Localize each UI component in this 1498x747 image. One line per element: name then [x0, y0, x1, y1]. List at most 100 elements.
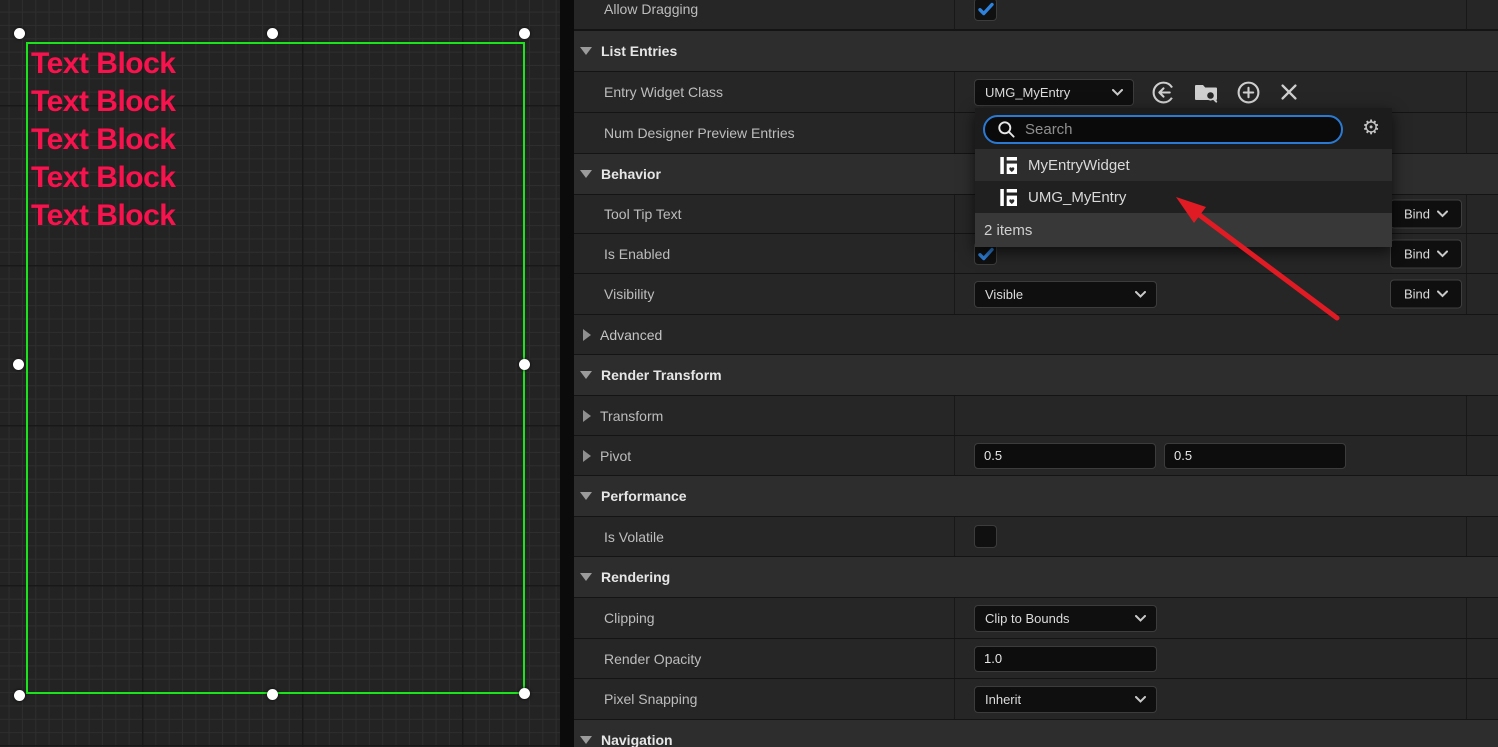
- text-block-entry: Text Block: [31, 197, 176, 235]
- property-label-cell: Render Opacity: [574, 639, 955, 678]
- collapsed-arrow-icon[interactable]: [583, 450, 591, 462]
- row-tail-cell: [1467, 396, 1498, 435]
- expand-arrow-icon[interactable]: [580, 573, 592, 581]
- category-list-entries[interactable]: List Entries: [574, 31, 1498, 71]
- selection-handle[interactable]: [519, 688, 530, 699]
- clipping-dropdown[interactable]: Clip to Bounds: [974, 605, 1157, 632]
- category-performance[interactable]: Performance: [574, 476, 1498, 516]
- property-label-cell: Tool Tip Text: [574, 195, 955, 233]
- row-tail-cell: [1467, 0, 1498, 29]
- picker-item-label: MyEntryWidget: [1028, 157, 1130, 174]
- entry-widget-class-dropdown[interactable]: UMG_MyEntry: [974, 79, 1134, 106]
- allow-dragging-checkbox[interactable]: [974, 0, 997, 21]
- is-volatile-label: Is Volatile: [604, 529, 664, 545]
- transform-label: Transform: [600, 408, 663, 424]
- property-value-cell: [955, 639, 1467, 678]
- category-navigation[interactable]: Navigation: [574, 720, 1498, 747]
- selection-handle[interactable]: [519, 359, 530, 370]
- property-value-cell: Clip to Bounds: [955, 598, 1467, 638]
- widget-blueprint-icon: [1000, 189, 1017, 206]
- check-icon: [977, 0, 995, 18]
- chevron-down-icon: [1437, 291, 1448, 298]
- property-label-cell: Visibility: [574, 274, 955, 314]
- selection-handle[interactable]: [267, 689, 278, 700]
- selection-handle[interactable]: [267, 28, 278, 39]
- is-enabled-bind-button[interactable]: Bind: [1390, 239, 1462, 268]
- visibility-label: Visibility: [604, 286, 654, 302]
- visibility-dropdown[interactable]: Visible: [974, 281, 1157, 308]
- clear-asset-icon[interactable]: [1278, 81, 1300, 103]
- allow-dragging-label: Allow Dragging: [604, 1, 698, 17]
- category-rendering[interactable]: Rendering: [574, 557, 1498, 597]
- designer-canvas[interactable]: Text Block Text Block Text Block Text Bl…: [0, 0, 560, 747]
- add-asset-icon[interactable]: [1236, 80, 1261, 105]
- panel-splitter[interactable]: [560, 0, 574, 747]
- pixel-snapping-label: Pixel Snapping: [604, 691, 697, 707]
- picker-item-myentrywidget[interactable]: MyEntryWidget: [975, 149, 1392, 181]
- row-transform: Transform: [574, 396, 1498, 435]
- text-block-entry: Text Block: [31, 159, 176, 197]
- pivot-label: Pivot: [600, 448, 631, 464]
- row-tail-cell: [1467, 517, 1498, 556]
- row-clipping: Clipping Clip to Bounds: [574, 598, 1498, 638]
- chevron-down-icon: [1437, 250, 1448, 257]
- property-label-cell: Clipping: [574, 598, 955, 638]
- pixel-snapping-value: Inherit: [985, 692, 1021, 707]
- chevron-down-icon: [1135, 291, 1146, 298]
- row-is-volatile: Is Volatile: [574, 517, 1498, 556]
- row-tail-cell: [1467, 274, 1498, 314]
- expand-arrow-icon[interactable]: [580, 736, 592, 744]
- property-label-cell: Entry Widget Class: [574, 72, 955, 112]
- visibility-bind-button[interactable]: Bind: [1390, 280, 1462, 309]
- property-value-cell: [955, 436, 1467, 475]
- pixel-snapping-dropdown[interactable]: Inherit: [974, 686, 1157, 713]
- row-allow-dragging: Allow Dragging: [574, 0, 1498, 29]
- row-advanced[interactable]: Advanced: [574, 315, 1498, 354]
- tool-tip-bind-button[interactable]: Bind: [1390, 200, 1462, 229]
- row-render-opacity: Render Opacity: [574, 639, 1498, 678]
- selection-handle[interactable]: [14, 28, 25, 39]
- is-volatile-checkbox[interactable]: [974, 525, 997, 548]
- picker-search-input[interactable]: [1025, 121, 1305, 138]
- chevron-down-icon: [1112, 89, 1123, 96]
- property-label-cell: Pixel Snapping: [574, 679, 955, 719]
- row-pixel-snapping: Pixel Snapping Inherit: [574, 679, 1498, 719]
- text-block-entry: Text Block: [31, 121, 176, 159]
- search-icon: [997, 120, 1016, 139]
- chevron-down-icon: [1135, 615, 1146, 622]
- render-opacity-field[interactable]: [974, 646, 1157, 672]
- selection-handle[interactable]: [14, 690, 25, 701]
- bind-button-label: Bind: [1404, 287, 1430, 302]
- expand-arrow-icon[interactable]: [580, 170, 592, 178]
- entry-widget-class-picker-popup: ⚙ MyEntryWidget UMG_MyEntry 2 items: [975, 108, 1392, 247]
- pivot-x-field[interactable]: [974, 443, 1156, 469]
- chevron-down-icon: [1135, 696, 1146, 703]
- pivot-y-field[interactable]: [1164, 443, 1346, 469]
- tool-tip-text-label: Tool Tip Text: [604, 206, 682, 222]
- property-label-cell: Is Enabled: [574, 234, 955, 273]
- asset-tools: [1151, 80, 1300, 105]
- property-label-cell: Allow Dragging: [574, 0, 955, 29]
- row-entry-widget-class: Entry Widget Class UMG_MyEntry: [574, 72, 1498, 112]
- category-render-transform[interactable]: Render Transform: [574, 355, 1498, 395]
- browse-to-asset-icon[interactable]: [1193, 80, 1219, 104]
- expand-arrow-icon[interactable]: [580, 492, 592, 500]
- settings-gear-icon[interactable]: ⚙: [1362, 116, 1380, 140]
- property-label-cell: Is Volatile: [574, 517, 955, 556]
- property-value-cell: [955, 396, 1467, 435]
- picker-item-umg-myentry[interactable]: UMG_MyEntry: [975, 181, 1392, 213]
- category-label: Rendering: [601, 569, 670, 585]
- collapsed-arrow-icon[interactable]: [583, 410, 591, 422]
- row-tail-cell: [1467, 598, 1498, 638]
- use-selected-asset-icon[interactable]: [1151, 80, 1176, 105]
- selection-handle[interactable]: [13, 359, 24, 370]
- expand-arrow-icon[interactable]: [580, 371, 592, 379]
- bind-button-label: Bind: [1404, 207, 1430, 222]
- selection-handle[interactable]: [519, 28, 530, 39]
- property-label-cell: Num Designer Preview Entries: [574, 113, 955, 153]
- collapsed-arrow-icon[interactable]: [583, 329, 591, 341]
- picker-search-box[interactable]: [983, 115, 1343, 144]
- clipping-value: Clip to Bounds: [985, 611, 1070, 626]
- expand-arrow-icon[interactable]: [580, 47, 592, 55]
- chevron-down-icon: [1437, 211, 1448, 218]
